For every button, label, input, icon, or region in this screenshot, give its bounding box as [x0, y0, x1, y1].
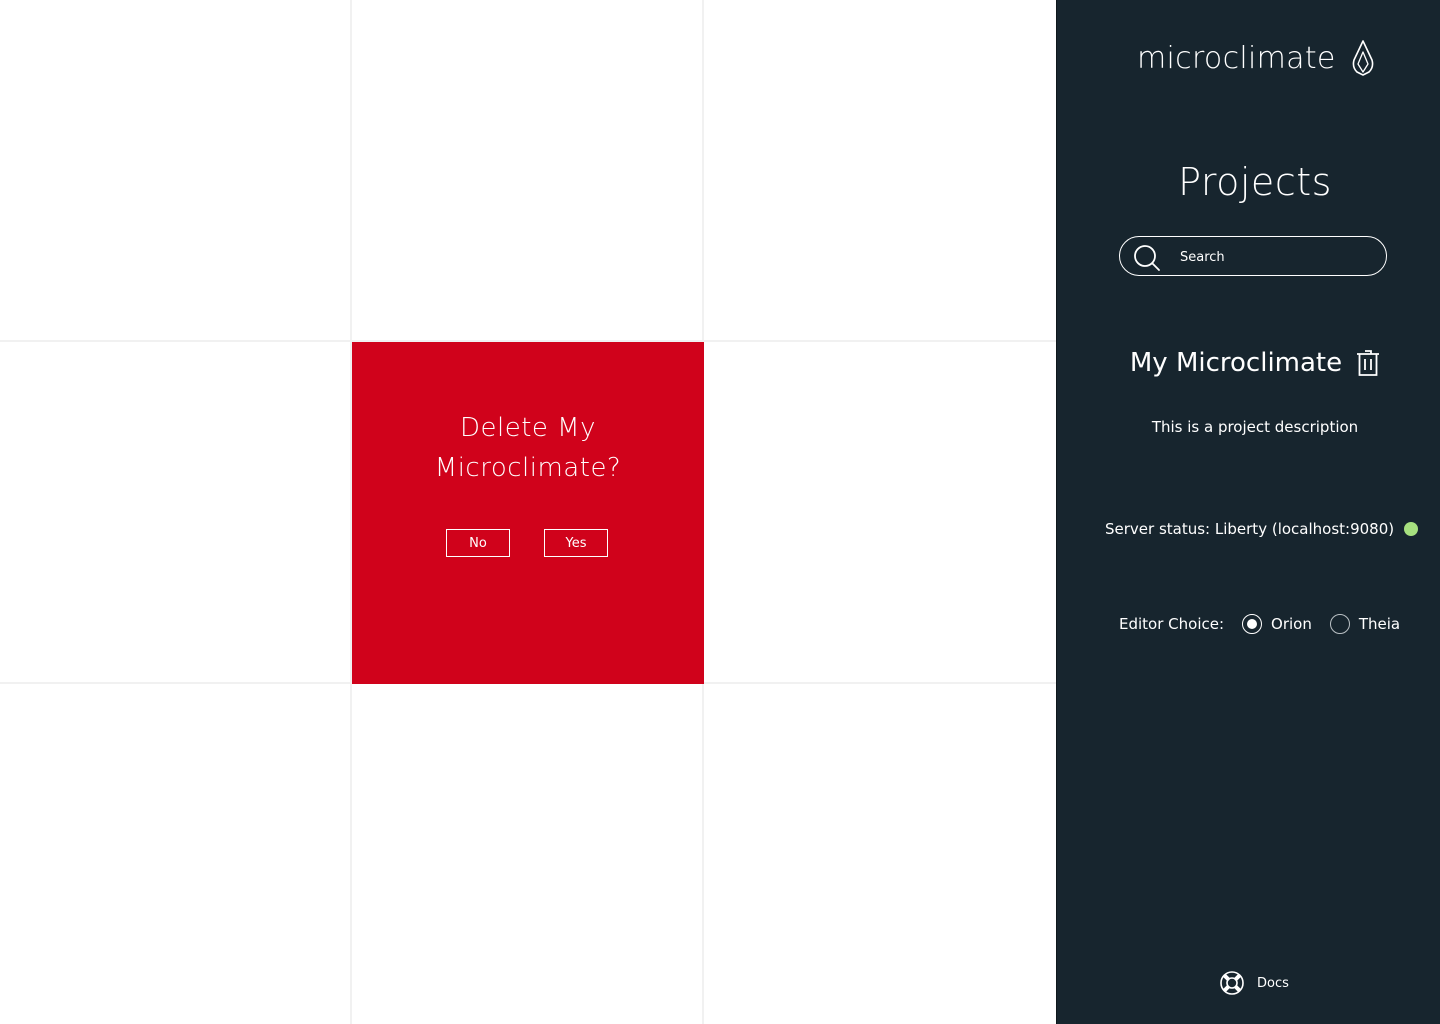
editor-option-label: Theia [1358, 615, 1401, 633]
server-status: Server status: Liberty (localhost:9080) [1105, 520, 1425, 538]
page-title: Projects [1178, 160, 1332, 204]
docs-link[interactable]: Docs [1219, 970, 1289, 996]
editor-option-theia[interactable]: Theia [1329, 614, 1401, 634]
project-name: My Microclimate [1129, 348, 1343, 378]
search-icon [1134, 245, 1160, 271]
status-indicator [1404, 522, 1419, 536]
lifebuoy-icon [1220, 971, 1244, 995]
editor-option-orion[interactable]: Orion [1242, 614, 1312, 634]
docs-label: Docs [1257, 975, 1289, 991]
project-header: My Microclimate [1057, 348, 1440, 378]
brand: microclimate [1137, 38, 1376, 78]
server-status-text: Server status: Liberty (localhost:9080) [1105, 520, 1395, 538]
delete-confirmation-tile: Delete My Microclimate? No Yes [352, 342, 704, 684]
trash-icon[interactable] [1356, 349, 1380, 377]
brand-name: microclimate [1137, 40, 1336, 76]
search-box[interactable] [1119, 236, 1387, 277]
radio-selected-dot [1247, 619, 1258, 629]
editor-choice-label: Editor Choice: [1119, 615, 1225, 633]
editor-choice: Editor Choice: Orion Theia [1119, 614, 1439, 634]
theia-radio[interactable] [1329, 614, 1350, 634]
search-input[interactable] [1178, 237, 1372, 277]
project-sidebar: microclimate Projects My Microclimate Th… [1056, 0, 1440, 1024]
microclimate-flame-logo-icon [1352, 40, 1374, 76]
yes-button[interactable]: Yes [544, 529, 608, 557]
project-description: This is a project description [1151, 418, 1359, 436]
editor-option-label: Orion [1271, 615, 1312, 633]
orion-radio[interactable] [1242, 614, 1263, 634]
no-button[interactable]: No [446, 529, 510, 557]
delete-confirmation-title: Delete My Microclimate? [434, 413, 622, 483]
